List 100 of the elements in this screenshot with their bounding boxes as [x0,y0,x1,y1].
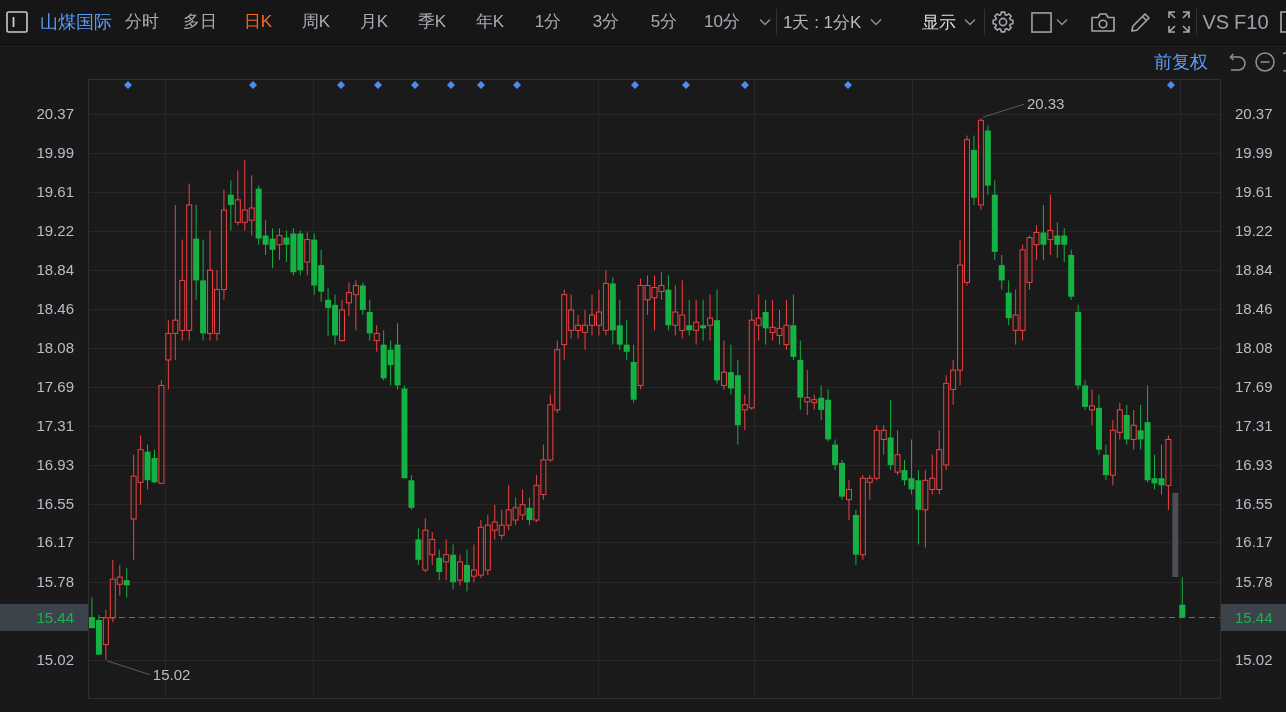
candlestick [526,497,533,526]
candlestick [762,299,769,346]
candlestick [304,231,311,276]
candlestick [1047,194,1054,256]
chevron-down-icon[interactable] [964,18,977,26]
axis-label: 19.61 [36,183,74,200]
axis-label: 16.17 [1235,533,1273,550]
candlestick [686,299,693,336]
current-price-tag: 15.44 [1221,604,1286,631]
period-tab[interactable]: 10分 [693,10,751,34]
axis-label: 18.84 [1235,261,1273,278]
diamond-marker-icon [124,81,132,89]
diamond-marker-icon [631,81,639,89]
candlestick [227,179,234,231]
diamond-marker-icon [844,81,852,89]
stock-name[interactable]: 山煤国际 [40,10,112,34]
period-tab[interactable]: 1分 [519,10,577,34]
diamond-marker-icon [682,81,690,89]
display-menu[interactable]: 显示 [922,10,957,34]
candlestick [1040,204,1047,261]
axis-label: 17.31 [36,417,74,434]
period-tab[interactable]: 月K [345,10,403,34]
axis-label: 19.22 [36,222,74,239]
axis-label: 15.78 [1235,573,1273,590]
axis-label: 19.22 [1235,222,1273,239]
axis-label: 18.08 [1235,339,1273,356]
period-tab[interactable]: 周K [287,10,345,34]
axis-label: 16.93 [36,456,74,473]
sidebar-toggle-icon[interactable] [6,11,28,33]
candlestick [845,479,852,521]
axis-label: 16.55 [36,495,74,512]
candlestick [977,117,984,211]
candlestick [720,340,727,391]
candlestick [366,299,373,342]
diamond-marker-icon [411,81,419,89]
interval-select[interactable]: 1天 : 1分K [783,10,862,34]
axis-label: 18.08 [36,339,74,356]
axis-label: 19.99 [1235,144,1273,161]
diamond-marker-icon [477,81,485,89]
period-tab[interactable]: 5分 [635,10,693,34]
candlestick [1082,379,1089,411]
diamond-marker-icon [741,81,749,89]
axis-label: 19.61 [1235,183,1273,200]
candlestick [436,549,443,581]
candlestick [443,538,450,581]
square-icon[interactable] [1031,11,1053,33]
period-tab[interactable]: 日K [229,10,287,34]
low-price-label: 15.02 [152,665,191,683]
price-adjustment-link[interactable]: 前复权 [1154,50,1208,74]
candlestick [707,294,714,342]
axis-label: 19.99 [36,144,74,161]
period-tab[interactable]: 多日 [171,10,229,34]
axis-label: 17.31 [1235,417,1273,434]
axis-label: 15.78 [36,573,74,590]
diamond-marker-icon [374,81,382,89]
period-tab[interactable]: 季K [403,10,461,34]
settings-icon[interactable] [991,10,1016,34]
fullscreen-icon[interactable] [1168,11,1191,33]
axis-label: 18.84 [36,261,74,278]
period-tab[interactable]: 年K [461,10,519,34]
leader-line [982,103,1025,118]
axis-label: 20.37 [1235,105,1273,122]
pencil-icon[interactable] [1130,11,1153,33]
candlestick [457,554,464,586]
chevron-down-icon[interactable] [870,18,883,26]
candlestick [998,254,1005,291]
candlestick [1089,389,1096,426]
high-price-label: 20.33 [1026,95,1065,113]
candlestick [1130,409,1137,451]
current-price-tag: 15.44 [0,604,88,631]
candlestick [123,567,130,599]
period-tab[interactable]: 分时 [113,10,171,34]
camera-icon[interactable] [1091,12,1116,32]
candlestick [1179,576,1186,618]
candlestick [415,527,422,566]
undo-icon[interactable] [1228,52,1247,72]
toolbar-link[interactable]: VS [1202,10,1230,34]
chevron-down-icon[interactable] [1056,18,1069,26]
diamond-marker-icon [337,81,345,89]
candlestick [623,319,630,361]
period-tab[interactable]: 3分 [577,10,635,34]
candlestick [463,549,470,592]
candlestick [1165,434,1172,511]
candlestick [338,299,345,342]
candlestick [158,379,165,484]
axis-label: 15.02 [1235,651,1273,668]
leader-line [106,660,151,676]
toolbar-link[interactable]: F10 [1234,10,1269,34]
axis-label: 15.02 [36,651,74,668]
zoom-out-icon[interactable] [1255,52,1275,72]
candlestick [700,299,707,342]
axis-label: 18.46 [1235,300,1273,317]
axis-label: 20.37 [36,105,74,122]
candlestick [276,227,283,261]
diamond-marker-icon [447,81,455,89]
axis-label: 16.93 [1235,456,1273,473]
chevron-down-icon[interactable] [759,18,771,26]
axis-label: 17.69 [1235,378,1273,395]
diamond-marker-icon [249,81,257,89]
axis-label: 18.46 [36,300,74,317]
